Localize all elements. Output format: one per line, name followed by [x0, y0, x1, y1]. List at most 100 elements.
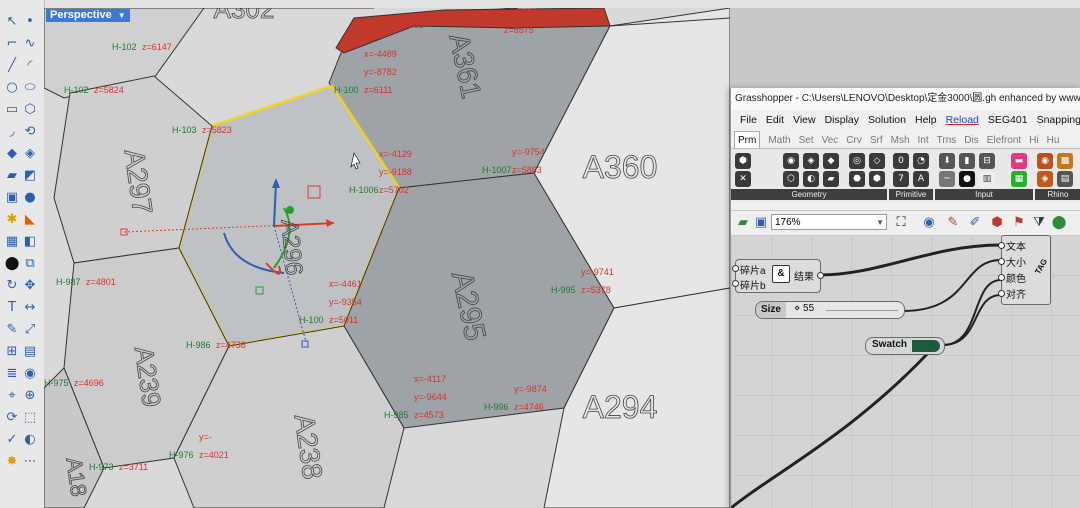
check-icon[interactable]: ✓ — [4, 432, 20, 448]
input-icon[interactable]: ─ — [939, 171, 955, 187]
input-grip[interactable] — [998, 258, 1005, 265]
menu-item-solution[interactable]: Solution — [868, 110, 906, 130]
scale-icon[interactable]: ⤢ — [22, 322, 38, 338]
geometry-icon[interactable]: ◇ — [869, 153, 885, 169]
primitive-icon[interactable]: 0 — [893, 153, 909, 169]
snap-icon[interactable]: ⊕ — [22, 388, 38, 404]
input-grip[interactable] — [732, 265, 739, 272]
tab-hi[interactable]: Hi — [1029, 132, 1038, 148]
input-grip[interactable] — [998, 274, 1005, 281]
primitive-icon[interactable]: 7 — [893, 171, 909, 187]
layers-icon[interactable]: ≣ — [4, 366, 20, 382]
input-text[interactable]: 文本 — [1006, 238, 1026, 253]
tab-trns[interactable]: Trns — [937, 132, 957, 148]
circle-icon[interactable]: ○ — [4, 80, 20, 96]
zoom-extents-icon[interactable]: ⛶ — [893, 215, 909, 231]
geometry-icon[interactable]: ◉ — [783, 153, 799, 169]
swatch-color[interactable] — [912, 340, 940, 352]
input-grip[interactable] — [998, 290, 1005, 297]
eye-icon[interactable]: ◉ — [921, 215, 937, 231]
render-icon[interactable]: ◉ — [22, 366, 38, 382]
menu-item-help[interactable]: Help — [915, 110, 937, 130]
polygon-icon[interactable]: ⬡ — [22, 102, 38, 118]
sphere-icon[interactable]: ● — [22, 190, 38, 206]
extrude-icon[interactable]: ▰ — [4, 168, 20, 184]
menu-item-edit[interactable]: Edit — [766, 110, 784, 130]
group-icon[interactable]: ⬤ — [4, 256, 20, 272]
input-icon[interactable]: ▬ — [1011, 153, 1027, 169]
primitive-icon[interactable]: ◔ — [913, 153, 929, 169]
input-icon[interactable]: ● — [959, 171, 975, 187]
dimension-icon[interactable]: ↔ — [22, 300, 38, 316]
tab-vec[interactable]: Vec — [822, 132, 839, 148]
rectangle-icon[interactable]: ▭ — [4, 102, 20, 118]
menu-item-seg401[interactable]: SEG401 — [988, 110, 1028, 130]
output-result[interactable]: 结果 — [794, 268, 814, 283]
arc-icon[interactable]: ◜ — [22, 58, 38, 74]
ellipse-icon[interactable]: ⬭ — [22, 80, 38, 96]
input-icon[interactable]: ⊟ — [979, 153, 995, 169]
geometry-icon[interactable]: ◆ — [823, 153, 839, 169]
perspective-viewport[interactable]: A302A361A359A297A296A360A295A239A238A294… — [44, 8, 730, 508]
input-icon[interactable]: ▮ — [959, 153, 975, 169]
paint-icon[interactable]: ✎ — [945, 215, 961, 231]
save-icon[interactable]: ▣ — [753, 215, 769, 231]
grid-icon[interactable]: ▤ — [22, 344, 38, 360]
input-grip[interactable] — [732, 280, 739, 287]
output-grip[interactable] — [817, 272, 824, 279]
geometry-icon[interactable]: ▰ — [823, 171, 839, 187]
join-icon[interactable]: ⧉ — [22, 256, 38, 272]
offset-icon[interactable]: ⟲ — [22, 124, 38, 140]
text-icon[interactable]: T — [4, 300, 20, 316]
pen-icon[interactable]: ✎ — [4, 322, 20, 338]
slider-track[interactable] — [826, 310, 898, 311]
geometry-icon[interactable]: ⬡ — [783, 171, 799, 187]
curve-icon[interactable]: ∿ — [22, 36, 38, 52]
menu-item-reload[interactable]: Reload — [946, 110, 979, 130]
sweep-icon[interactable]: ◩ — [22, 168, 38, 184]
select-arrow-icon[interactable]: ↖ — [4, 14, 20, 30]
tab-crv[interactable]: Crv — [846, 132, 862, 148]
sketch-icon[interactable]: ✐ — [967, 215, 983, 231]
rhino-icon[interactable]: ◉ — [1037, 153, 1053, 169]
line-icon[interactable]: ╱ — [4, 58, 20, 74]
light-icon[interactable]: ✸ — [4, 454, 20, 470]
input-size[interactable]: 大小 — [1006, 254, 1026, 269]
bake-icon[interactable]: ⬤ — [1051, 215, 1067, 231]
geometry-icon[interactable]: ⬢ — [869, 171, 885, 187]
geometry-icon[interactable]: ◈ — [803, 153, 819, 169]
tab-dis[interactable]: Dis — [964, 132, 978, 148]
param-icon[interactable]: ✕ — [735, 171, 751, 187]
marker-icon[interactable]: ⚑ — [1011, 215, 1027, 231]
param-icon[interactable]: ⬢ — [735, 153, 751, 169]
swatch-component[interactable]: Swatch — [865, 337, 945, 355]
display-icon[interactable]: ◐ — [22, 432, 38, 448]
tab-set[interactable]: Set — [799, 132, 814, 148]
rhino-icon[interactable]: ▩ — [1057, 153, 1073, 169]
more-icon[interactable]: ⋯ — [22, 454, 38, 470]
block-icon[interactable]: ⬚ — [22, 410, 38, 426]
input-grip[interactable] — [998, 242, 1005, 249]
rhino-icon[interactable]: ◈ — [1037, 171, 1053, 187]
surface-icon[interactable]: ◆ — [4, 146, 20, 162]
menu-item-file[interactable]: File — [740, 110, 757, 130]
geometry-icon[interactable]: ⬣ — [849, 171, 865, 187]
menu-item-view[interactable]: View — [793, 110, 816, 130]
menu-item-snappinggeo[interactable]: SnappingGeo — [1037, 110, 1080, 130]
tab-msh[interactable]: Msh — [891, 132, 910, 148]
loft-icon[interactable]: ◈ — [22, 146, 38, 162]
split-icon[interactable]: ◧ — [22, 234, 38, 250]
point-icon[interactable]: • — [22, 14, 38, 30]
gear-icon[interactable]: ✱ — [4, 212, 20, 228]
input-alignment[interactable]: 对齐 — [1006, 286, 1026, 301]
zoom-dropdown[interactable]: 176% ▼ — [771, 214, 887, 230]
menu-item-display[interactable]: Display — [825, 110, 859, 130]
input-fragment-a[interactable]: 碎片a — [740, 262, 766, 277]
tab-int[interactable]: Int — [918, 132, 929, 148]
move-icon[interactable]: ✥ — [22, 278, 38, 294]
grasshopper-window[interactable]: Grasshopper - C:\Users\LENOVO\Desktop\定金… — [730, 88, 1080, 508]
array-icon[interactable]: ⊞ — [4, 344, 20, 360]
grasshopper-canvas[interactable]: 碎片a 碎片b & 结果 文本 大小 颜色 对齐 TAG Size ⋄ 55 S… — [731, 235, 1080, 508]
input-color[interactable]: 颜色 — [1006, 270, 1026, 285]
analyze-icon[interactable]: ⌖ — [4, 388, 20, 404]
